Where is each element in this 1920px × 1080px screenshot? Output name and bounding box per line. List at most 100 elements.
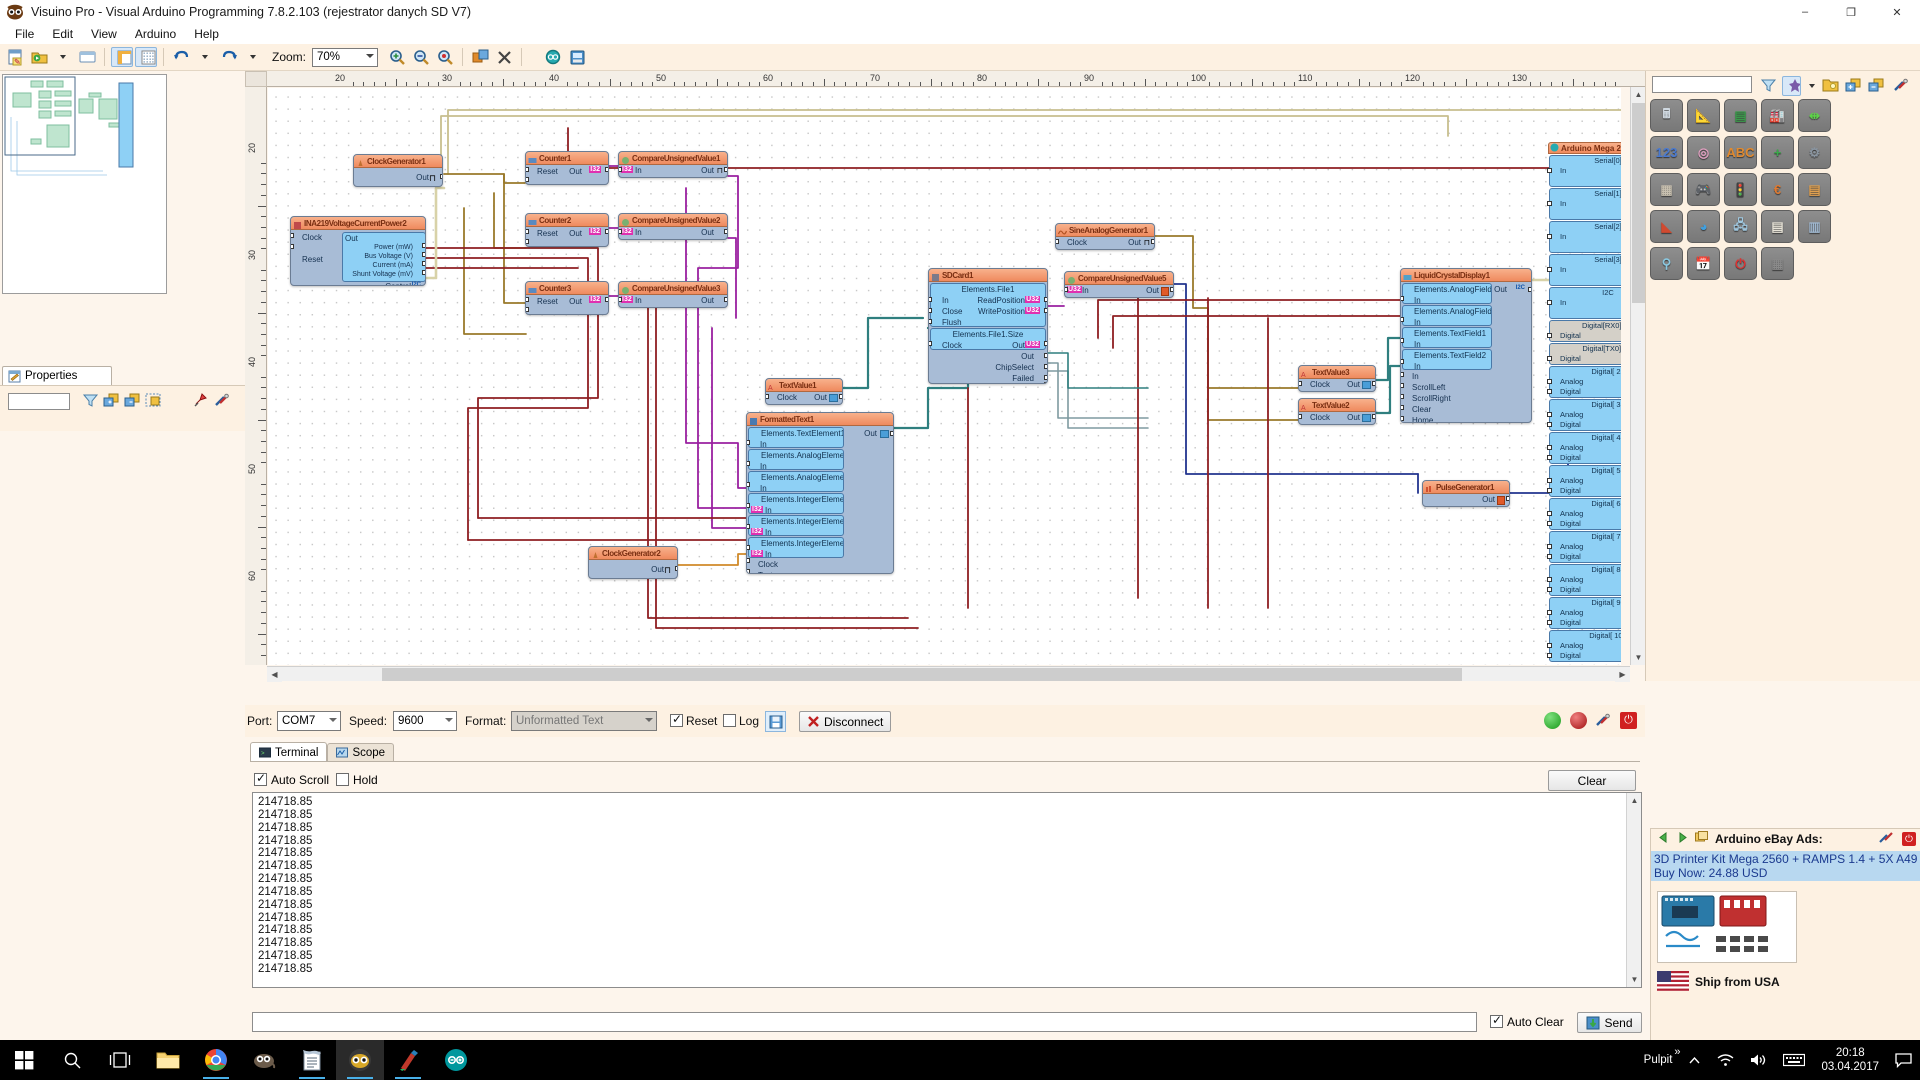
zoom-in-icon[interactable] xyxy=(386,46,408,68)
minimize-button[interactable]: – xyxy=(1782,0,1828,24)
zoom-fit-icon[interactable] xyxy=(434,46,456,68)
pin-clock[interactable] xyxy=(1055,239,1059,244)
chevron-down-icon[interactable] xyxy=(1802,76,1821,95)
pin-clear[interactable] xyxy=(1400,405,1404,410)
toolbox-item-cards[interactable]: ▤ xyxy=(1798,173,1831,206)
block-compareunsignedvalue2[interactable]: CompareUnsignedValue2 I32 In Out xyxy=(618,213,728,240)
expand-all-icon[interactable] xyxy=(103,392,122,411)
pin-analog[interactable] xyxy=(1547,610,1552,615)
scroll-up-arrow[interactable]: ▲ xyxy=(1631,87,1646,102)
block-liquidcrystaldisplay1[interactable]: LiquidCrystalDisplay1 Out I2C Elements.A… xyxy=(1400,268,1532,423)
auto-scroll-checkbox[interactable] xyxy=(254,773,267,786)
pin-in[interactable] xyxy=(1547,267,1552,272)
properties-filter-input[interactable] xyxy=(8,393,70,410)
maximize-button[interactable]: ❐ xyxy=(1828,0,1874,24)
block-counter1[interactable]: Counter1 ResetOut I32 In xyxy=(525,151,609,185)
keyboard-icon[interactable] xyxy=(1775,1040,1813,1080)
format-select[interactable]: Unformatted Text xyxy=(511,711,657,731)
pin-out[interactable] xyxy=(605,229,609,234)
redo-icon[interactable] xyxy=(218,46,240,68)
pin-analogelement1-in[interactable] xyxy=(746,461,750,466)
pin-reset[interactable] xyxy=(525,167,529,172)
pin-in[interactable] xyxy=(1547,201,1552,206)
undo-icon[interactable] xyxy=(170,46,192,68)
pin-analog[interactable] xyxy=(1547,544,1552,549)
scroll-left-arrow[interactable]: ◀ xyxy=(267,667,282,682)
power-red-icon[interactable]: ⏻ xyxy=(1902,832,1916,846)
pin-in[interactable] xyxy=(1400,372,1404,377)
pin-writeposition[interactable] xyxy=(1044,308,1048,313)
tray-overflow-icon[interactable]: » xyxy=(1674,1046,1680,1058)
pin-out[interactable] xyxy=(605,167,609,172)
ebay-ad-image[interactable] xyxy=(1657,891,1797,963)
port-select[interactable]: COM7 xyxy=(277,711,341,731)
new-file-icon[interactable]: ✎ xyxy=(4,46,26,68)
pin-in[interactable] xyxy=(525,177,529,182)
pin-digital[interactable] xyxy=(1547,389,1552,394)
pin-clock[interactable] xyxy=(1298,414,1302,419)
pin-digital[interactable] xyxy=(1547,488,1552,493)
arduino-section-digital-tx0-1[interactable]: Digital[TX0][ 1 ]DigitalOut xyxy=(1549,343,1621,365)
wifi-icon[interactable] xyxy=(1709,1040,1742,1080)
pin-digital[interactable] xyxy=(1547,653,1552,658)
tools-icon[interactable] xyxy=(214,392,233,411)
serial-monitor-icon[interactable] xyxy=(566,46,588,68)
pin-clock[interactable] xyxy=(746,558,750,563)
block-counter2[interactable]: Counter2 ResetOut I32 In xyxy=(525,213,609,247)
chrome-icon[interactable] xyxy=(192,1040,240,1080)
arduino-section-serial-0[interactable]: Serial[0]InOutSending xyxy=(1549,155,1621,187)
volume-icon[interactable] xyxy=(1742,1040,1775,1080)
block-textvalue3[interactable]: ATextValue3 Clock Out xyxy=(1298,365,1376,392)
wizard-icon[interactable] xyxy=(1782,76,1801,96)
toolbox-item-datetime[interactable]: 📅 xyxy=(1687,247,1720,280)
diagram-canvas[interactable]: ClockGenerator1 Out ⊓ INA219VoltageCurre… xyxy=(268,88,1621,665)
pin-clock[interactable] xyxy=(928,341,932,346)
clock-area[interactable]: 20:18 03.04.2017 xyxy=(1813,1040,1887,1080)
pin-busvoltage-out[interactable] xyxy=(422,252,426,257)
pin-out[interactable] xyxy=(440,174,443,179)
block-compareunsignedvalue1[interactable]: CompareUnsignedValue1 I32 In Out ⊓ xyxy=(618,151,728,178)
close-button[interactable]: ✕ xyxy=(1874,0,1920,24)
pin-out[interactable] xyxy=(1151,239,1155,244)
log-checkbox[interactable] xyxy=(723,714,736,727)
zoom-select[interactable]: 70% xyxy=(312,48,378,67)
arduino-section-serial-2[interactable]: Serial[2]InOutSending xyxy=(1549,221,1621,253)
clear-button[interactable]: Clear xyxy=(1548,770,1636,791)
pin-chipselect[interactable] xyxy=(1044,364,1048,369)
save-file-icon[interactable] xyxy=(76,46,98,68)
pin-out[interactable] xyxy=(1170,287,1174,292)
scroll-down-arrow[interactable]: ▼ xyxy=(1631,650,1646,665)
pin-out[interactable] xyxy=(1372,381,1376,386)
pin-readposition[interactable] xyxy=(1044,297,1048,302)
arrow-right-green-icon[interactable] xyxy=(1676,831,1689,847)
toolbox-item-gamepad[interactable]: 🎮 xyxy=(1687,173,1720,206)
toolbox-item-calculator[interactable]: 🖩 xyxy=(1650,99,1683,132)
pin-in[interactable] xyxy=(1064,287,1068,292)
pin-scrollright[interactable] xyxy=(1400,394,1404,399)
arduino-section-serial-3[interactable]: Serial[3]InOutSending xyxy=(1549,254,1621,286)
group-view-icon[interactable] xyxy=(145,392,164,411)
pin-out[interactable] xyxy=(1506,496,1510,501)
pin-power-out[interactable] xyxy=(422,243,426,248)
pin-icon[interactable] xyxy=(192,392,211,411)
arduino-section-digital-3[interactable]: Digital[ 3 ]AnalogOutDigital xyxy=(1549,399,1621,431)
toolbox-item-numbers[interactable]: 123 xyxy=(1650,136,1683,169)
pin-out[interactable] xyxy=(724,297,728,302)
disconnect-button[interactable]: Disconnect xyxy=(799,711,891,732)
pin-out[interactable] xyxy=(724,167,728,172)
pin-failed[interactable] xyxy=(1044,375,1048,380)
show-grid-icon[interactable] xyxy=(135,47,157,67)
pin-analogelement2-in[interactable] xyxy=(746,482,750,487)
zoom-out-icon[interactable] xyxy=(410,46,432,68)
toolbox-item-colorwheel[interactable]: ◕ xyxy=(1687,210,1720,243)
pin-textfield2-in[interactable] xyxy=(1400,359,1404,364)
toolbox-item-power[interactable]: ⏻ xyxy=(1724,247,1757,280)
open-file-icon[interactable] xyxy=(28,46,50,68)
pin-integerelement2-in[interactable] xyxy=(746,524,750,529)
pin-flush[interactable] xyxy=(928,319,932,324)
toolbox-item-math[interactable]: + xyxy=(1761,136,1794,169)
collapse-all-icon[interactable] xyxy=(124,392,143,411)
undo-dropdown-icon[interactable] xyxy=(194,46,216,68)
cancel-icon[interactable] xyxy=(493,46,515,68)
block-clockgenerator2[interactable]: ClockGenerator2 Out ⊓ xyxy=(588,546,678,579)
